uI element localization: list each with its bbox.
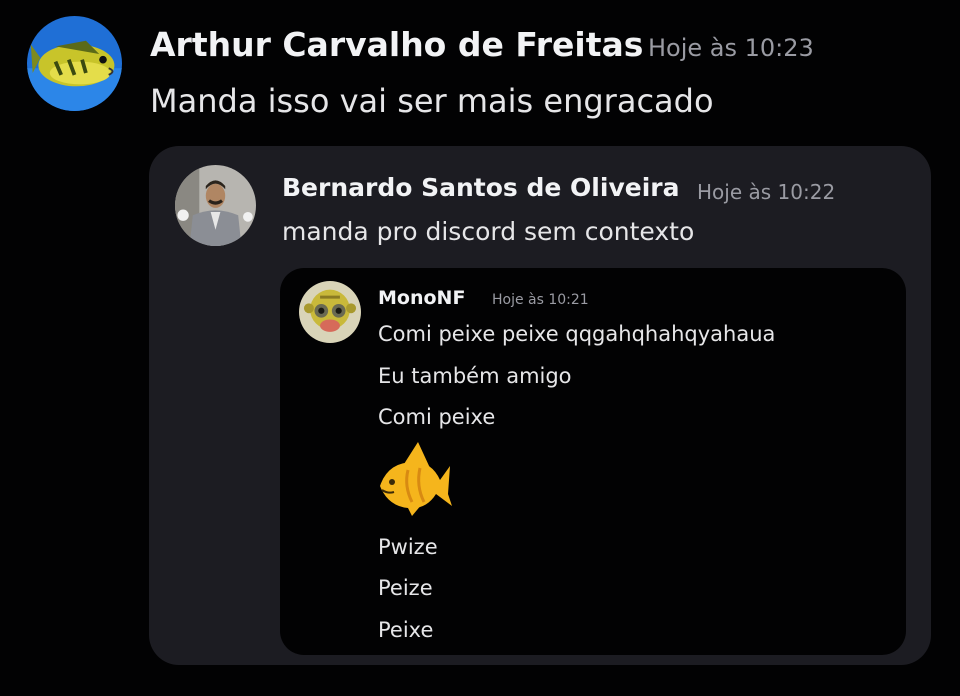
quoted-user-avatar[interactable] xyxy=(175,165,256,246)
nested-message-line: Eu também amigo xyxy=(378,364,572,388)
message-timestamp: Hoje às 10:23 xyxy=(648,34,814,62)
message-text: Manda isso vai ser mais engracado xyxy=(150,82,714,120)
fish-avatar-icon xyxy=(27,16,122,111)
man-in-suit-avatar-icon xyxy=(175,165,256,246)
nested-message-line: Comi peixe peixe qqgahqhahqyahaua xyxy=(378,322,776,346)
monkey-avatar-icon xyxy=(299,281,361,343)
author-name[interactable]: Arthur Carvalho de Freitas xyxy=(150,25,643,64)
tropical-fish-emoji-icon xyxy=(380,442,452,516)
nested-message-line: Peixe xyxy=(378,618,434,642)
chat-view: Arthur Carvalho de Freitas Hoje às 10:23… xyxy=(0,0,960,696)
nested-message-line: Peize xyxy=(378,576,433,600)
nested-message-timestamp: Hoje às 10:21 xyxy=(492,292,589,308)
quoted-message-timestamp: Hoje às 10:22 xyxy=(697,180,836,204)
user-avatar[interactable] xyxy=(27,16,122,111)
nested-author-name[interactable]: MonoNF xyxy=(378,287,465,309)
quoted-message-text: manda pro discord sem contexto xyxy=(282,217,695,246)
nested-message-line: Pwize xyxy=(378,535,438,559)
quoted-author-name[interactable]: Bernardo Santos de Oliveira xyxy=(282,173,679,202)
nested-message-line: Comi peixe xyxy=(378,405,496,429)
nested-user-avatar[interactable] xyxy=(299,281,361,343)
